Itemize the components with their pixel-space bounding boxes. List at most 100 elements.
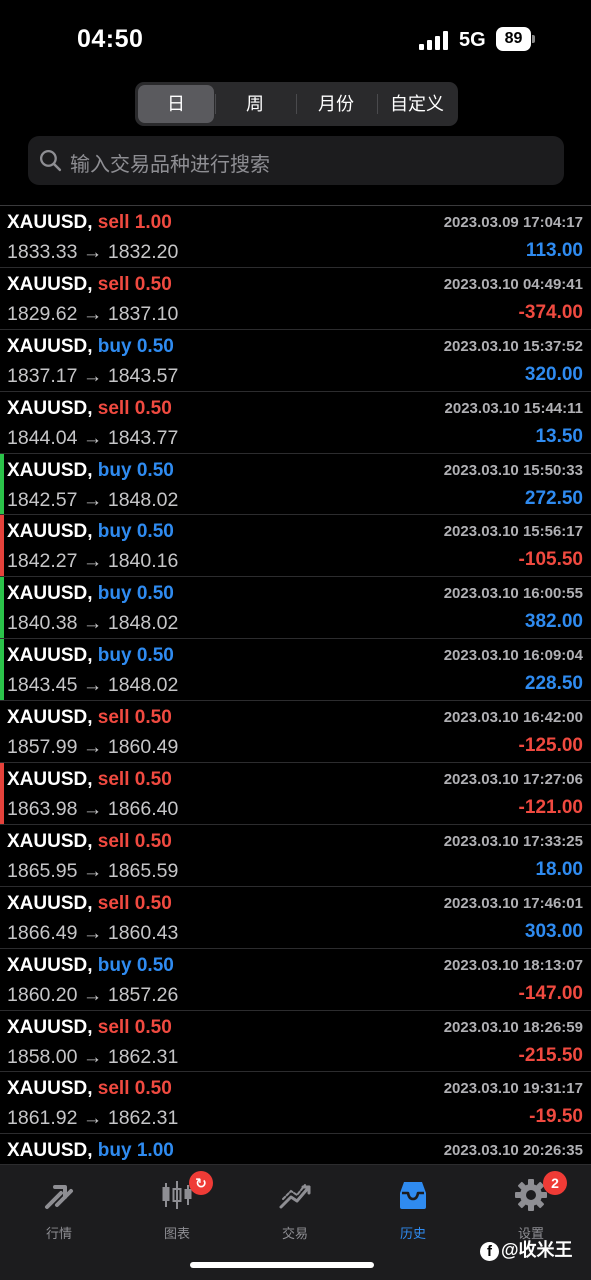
- trade-time: 2023.03.10 17:46:01: [443, 894, 583, 912]
- trade-profit: 303.00: [524, 920, 583, 942]
- trade-prices: 1833.33 → 1832.20: [7, 241, 178, 264]
- trade-symbol: XAUUSD, buy 0.50: [7, 521, 174, 543]
- arrow-icon: →: [82, 674, 103, 697]
- close-price: 1840.16: [107, 550, 179, 573]
- symbol-name: XAUUSD,: [7, 830, 93, 852]
- arrow-icon: →: [82, 550, 103, 573]
- trade-volume: 0.50: [136, 335, 174, 357]
- trade-row[interactable]: XAUUSD, sell 0.50 1865.95 → 1865.59 2023.0…: [0, 825, 591, 887]
- search-input[interactable]: 输入交易品种进行搜索: [28, 136, 564, 185]
- close-price: 1857.26: [107, 983, 179, 1006]
- symbol-name: XAUUSD,: [7, 892, 93, 914]
- trade-marker: [0, 392, 4, 453]
- trade-volume: 0.50: [134, 707, 172, 729]
- trade-time: 2023.03.10 04:49:41: [443, 275, 583, 293]
- trade-row[interactable]: XAUUSD, buy 0.50 1842.57 → 1848.02 2023.03…: [0, 453, 591, 516]
- signal-icon: [419, 30, 449, 50]
- trade-symbol: XAUUSD, buy 0.50: [7, 336, 174, 358]
- trade-row[interactable]: XAUUSD, sell 0.50 1829.62 → 1837.10 2023.0…: [0, 268, 591, 330]
- symbol-name: XAUUSD,: [7, 1078, 93, 1100]
- arrow-icon: →: [82, 364, 103, 387]
- status-bar: 04:50 5G 89: [0, 0, 591, 80]
- trade-prices: 1842.57 → 1848.02: [7, 489, 178, 512]
- tab-settings[interactable]: 2 设置: [481, 1171, 581, 1243]
- symbol-name: XAUUSD,: [7, 645, 93, 667]
- open-price: 1842.57: [7, 488, 78, 511]
- symbol-name: XAUUSD,: [7, 335, 93, 357]
- trade-volume: 0.50: [134, 892, 172, 914]
- trade-row[interactable]: XAUUSD, sell 0.50 1844.04 → 1843.77 2023.0…: [0, 392, 591, 454]
- segment-month[interactable]: 月份: [298, 85, 374, 123]
- trade-row[interactable]: XAUUSD, sell 0.50 1866.49 → 1860.43 2023.0…: [0, 887, 591, 949]
- trade-history-list[interactable]: XAUUSD, sell 1.00 1833.33 → 1832.20 2023.0…: [0, 206, 591, 1164]
- trade-side: sell: [97, 1078, 130, 1100]
- trade-symbol: XAUUSD, sell 0.50: [7, 707, 172, 729]
- tab-trade[interactable]: 交易: [245, 1173, 345, 1243]
- open-price: 1842.27: [7, 550, 78, 573]
- trade-volume: 0.50: [134, 397, 172, 419]
- trade-prices: 1842.27 → 1840.16: [7, 550, 178, 573]
- trade-row[interactable]: XAUUSD, buy 0.50 1842.27 → 1840.16 2023.03…: [0, 515, 591, 578]
- close-price: 1848.02: [107, 674, 179, 697]
- trade-row[interactable]: XAUUSD, buy 0.50 1837.17 → 1843.57 2023.03…: [0, 330, 591, 392]
- trade-row[interactable]: XAUUSD, sell 0.50 1863.98 → 1866.40 2023.0…: [0, 763, 591, 825]
- segment-week[interactable]: 周: [217, 85, 293, 123]
- trade-side: sell: [97, 397, 130, 419]
- arrow-icon: →: [82, 983, 103, 1006]
- trade-volume: 0.50: [136, 645, 174, 667]
- trade-prices: 1865.95 → 1865.59: [7, 860, 178, 883]
- tab-label: 行情: [45, 1226, 72, 1241]
- status-time: 04:50: [77, 25, 144, 53]
- trade-row[interactable]: XAUUSD, sell 0.50 1857.99 → 1860.49 2023.0…: [0, 701, 591, 764]
- arrow-icon: →: [82, 241, 103, 263]
- trade-volume: 0.50: [136, 521, 174, 543]
- close-price: 1843.57: [107, 364, 179, 387]
- close-price: 1837.10: [107, 302, 179, 325]
- segment-custom[interactable]: 自定义: [379, 85, 455, 123]
- open-price: 1844.04: [7, 426, 78, 449]
- trade-prices: 1840.38 → 1848.02: [7, 612, 178, 635]
- trade-row[interactable]: XAUUSD, buy 0.50 1860.20 → 1857.26 2023.03…: [0, 949, 591, 1011]
- trade-prices: 1837.17 → 1843.57: [7, 365, 178, 388]
- trade-row[interactable]: XAUUSD, buy 1.00 2023.03.10 20:26:35: [0, 1134, 591, 1164]
- trade-marker: [0, 949, 4, 1010]
- trade-prices: 1866.49 → 1860.43: [7, 922, 178, 945]
- watermark: f @收米王: [480, 1236, 573, 1262]
- trade-profit: 228.50: [524, 673, 583, 695]
- trade-symbol: XAUUSD, buy 1.00: [7, 1140, 174, 1162]
- trade-row[interactable]: XAUUSD, sell 0.50 1861.92 → 1862.31 2023.0…: [0, 1072, 591, 1135]
- trade-marker: [0, 825, 4, 886]
- arrow-icon: →: [82, 798, 103, 821]
- tab-history[interactable]: 历史: [363, 1173, 463, 1243]
- open-price: 1866.49: [7, 921, 78, 944]
- open-price: 1829.62: [7, 302, 78, 325]
- trade-time: 2023.03.10 18:26:59: [443, 1018, 583, 1036]
- trade-side: buy: [97, 459, 132, 481]
- trade-row[interactable]: XAUUSD, sell 1.00 1833.33 → 1832.20 2023.0…: [0, 206, 591, 268]
- trade-row[interactable]: XAUUSD, buy 0.50 1840.38 → 1848.02 2023.03…: [0, 577, 591, 640]
- trade-profit: -215.50: [518, 1044, 583, 1066]
- trade-row[interactable]: XAUUSD, sell 0.50 1858.00 → 1862.31 2023.0…: [0, 1011, 591, 1073]
- trade-time: 2023.03.09 17:04:17: [443, 214, 583, 231]
- trade-row[interactable]: XAUUSD, buy 0.50 1843.45 → 1848.02 2023.03…: [0, 639, 591, 702]
- trade-marker: [0, 1011, 4, 1072]
- trade-volume: 0.50: [134, 830, 172, 852]
- open-price: 1860.20: [7, 983, 78, 1006]
- arrow-icon: →: [82, 1045, 103, 1068]
- trade-side: buy: [97, 954, 132, 976]
- trade-prices: 1860.20 → 1857.26: [7, 984, 178, 1007]
- close-price: 1862.31: [107, 1107, 179, 1130]
- period-selector: 日 周 月份 自定义: [135, 82, 458, 126]
- trade-symbol: XAUUSD, sell 0.50: [7, 1078, 172, 1100]
- close-price: 1848.02: [107, 488, 179, 511]
- tab-quotes[interactable]: 行情: [9, 1173, 109, 1243]
- home-indicator[interactable]: [190, 1262, 374, 1268]
- arrow-icon: →: [82, 488, 103, 511]
- trade-profit: -125.00: [518, 735, 583, 757]
- trade-time: 2023.03.10 15:37:52: [443, 337, 583, 355]
- open-price: 1865.95: [7, 859, 78, 882]
- segment-day[interactable]: 日: [138, 85, 214, 123]
- tab-chart[interactable]: ↻ 图表: [127, 1171, 227, 1243]
- trade-side: buy: [97, 645, 132, 667]
- trade-marker: [0, 268, 4, 329]
